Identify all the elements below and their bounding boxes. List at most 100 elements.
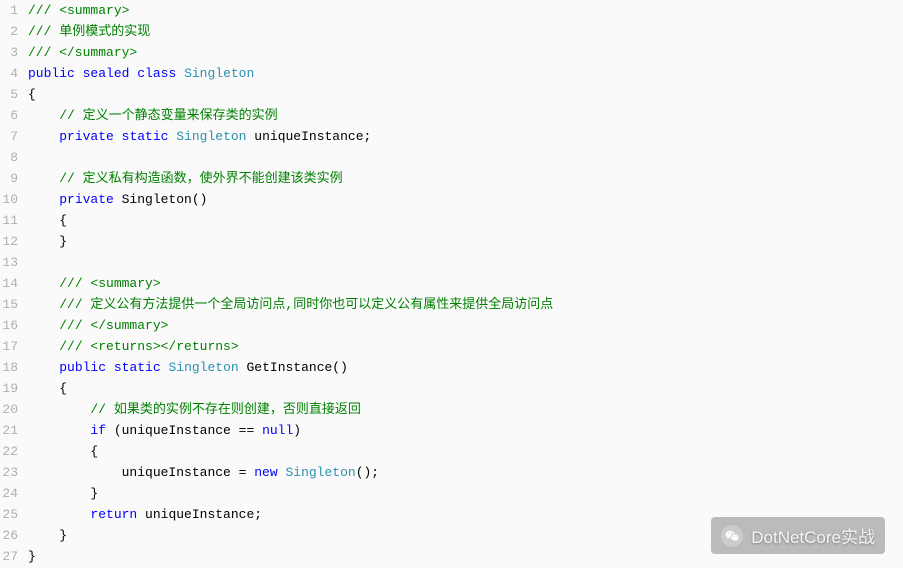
- line-number: 20: [0, 399, 18, 420]
- code-line: // 定义一个静态变量来保存类的实例: [28, 105, 903, 126]
- token-text: (uniqueInstance ==: [106, 423, 262, 438]
- code-line: /// 定义公有方法提供一个全局访问点,同时你也可以定义公有属性来提供全局访问点: [28, 294, 903, 315]
- token-cmt: /// <summary>: [28, 3, 129, 18]
- line-number: 13: [0, 252, 18, 273]
- token-text: }: [59, 528, 67, 543]
- line-number: 25: [0, 504, 18, 525]
- token-text: {: [28, 87, 36, 102]
- line-number: 22: [0, 441, 18, 462]
- line-number: 9: [0, 168, 18, 189]
- token-cmt: // 定义一个静态变量来保存类的实例: [59, 108, 277, 123]
- watermark: DotNetCore实战: [711, 517, 885, 554]
- watermark-label: DotNetCore实战: [751, 523, 875, 548]
- code-line: // 如果类的实例不存在则创建，否则直接返回: [28, 399, 903, 420]
- code-line: /// </summary>: [28, 315, 903, 336]
- line-number: 15: [0, 294, 18, 315]
- token-text: uniqueInstance =: [122, 465, 255, 480]
- token-text: [106, 360, 114, 375]
- code-line: // 定义私有构造函数，使外界不能创建该类实例: [28, 168, 903, 189]
- token-kw: sealed: [83, 66, 130, 81]
- code-line: }: [28, 231, 903, 252]
- token-kw: class: [137, 66, 176, 81]
- line-number: 6: [0, 105, 18, 126]
- token-text: [75, 66, 83, 81]
- code-line: public static Singleton GetInstance(): [28, 357, 903, 378]
- line-number: 5: [0, 84, 18, 105]
- token-type: Singleton: [176, 129, 246, 144]
- code-line: /// <returns></returns>: [28, 336, 903, 357]
- line-number: 11: [0, 210, 18, 231]
- code-line: {: [28, 378, 903, 399]
- token-text: Singleton(): [114, 192, 208, 207]
- line-number: 17: [0, 336, 18, 357]
- code-line: public sealed class Singleton: [28, 63, 903, 84]
- line-number: 7: [0, 126, 18, 147]
- token-text: [114, 129, 122, 144]
- token-text: [176, 66, 184, 81]
- token-cmt: /// 单例模式的实现: [28, 24, 150, 39]
- code-line: /// </summary>: [28, 42, 903, 63]
- token-text: {: [59, 381, 67, 396]
- token-kw: static: [114, 360, 161, 375]
- code-line: [28, 252, 903, 273]
- token-cmt: /// <returns></returns>: [59, 339, 238, 354]
- line-number-gutter: 1234567891011121314151617181920212223242…: [0, 0, 24, 567]
- token-kw: public: [28, 66, 75, 81]
- code-line: /// 单例模式的实现: [28, 21, 903, 42]
- token-text: {: [90, 444, 98, 459]
- code-line: private Singleton(): [28, 189, 903, 210]
- code-line: {: [28, 210, 903, 231]
- token-cmt: // 定义私有构造函数，使外界不能创建该类实例: [59, 171, 342, 186]
- token-type: Singleton: [168, 360, 238, 375]
- line-number: 12: [0, 231, 18, 252]
- line-number: 4: [0, 63, 18, 84]
- code-line: /// <summary>: [28, 273, 903, 294]
- token-text: }: [28, 549, 36, 564]
- code-line: [28, 147, 903, 168]
- line-number: 1: [0, 0, 18, 21]
- line-number: 23: [0, 462, 18, 483]
- line-number: 10: [0, 189, 18, 210]
- token-text: }: [90, 486, 98, 501]
- line-number: 19: [0, 378, 18, 399]
- wechat-icon: [721, 525, 743, 547]
- code-block: 1234567891011121314151617181920212223242…: [0, 0, 903, 567]
- code-line: if (uniqueInstance == null): [28, 420, 903, 441]
- line-number: 26: [0, 525, 18, 546]
- token-text: GetInstance(): [239, 360, 348, 375]
- token-cmt: /// 定义公有方法提供一个全局访问点,同时你也可以定义公有属性来提供全局访问点: [59, 297, 553, 312]
- line-number: 14: [0, 273, 18, 294]
- token-kw: static: [122, 129, 169, 144]
- code-line: private static Singleton uniqueInstance;: [28, 126, 903, 147]
- token-cmt: /// </summary>: [59, 318, 168, 333]
- line-number: 21: [0, 420, 18, 441]
- code-line: {: [28, 84, 903, 105]
- code-line: /// <summary>: [28, 0, 903, 21]
- code-line: uniqueInstance = new Singleton();: [28, 462, 903, 483]
- token-text: ): [293, 423, 301, 438]
- line-number: 24: [0, 483, 18, 504]
- line-number: 27: [0, 546, 18, 567]
- code-line: {: [28, 441, 903, 462]
- token-kw: return: [90, 507, 137, 522]
- token-text: uniqueInstance;: [246, 129, 371, 144]
- token-kw: null: [262, 423, 293, 438]
- token-text: }: [59, 234, 67, 249]
- line-number: 2: [0, 21, 18, 42]
- token-cmt: // 如果类的实例不存在则创建，否则直接返回: [90, 402, 360, 417]
- token-cmt: /// <summary>: [59, 276, 160, 291]
- code-content: /// <summary> /// 单例模式的实现 /// </summary> pu…: [24, 0, 903, 567]
- token-kw: new: [254, 465, 277, 480]
- token-type: Singleton: [285, 465, 355, 480]
- token-kw: private: [59, 192, 114, 207]
- token-cmt: /// </summary>: [28, 45, 137, 60]
- token-kw: private: [59, 129, 114, 144]
- token-kw: public: [59, 360, 106, 375]
- token-text: ();: [356, 465, 379, 480]
- line-number: 18: [0, 357, 18, 378]
- code-line: }: [28, 483, 903, 504]
- line-number: 16: [0, 315, 18, 336]
- token-text: uniqueInstance;: [137, 507, 262, 522]
- line-number: 3: [0, 42, 18, 63]
- token-type: Singleton: [184, 66, 254, 81]
